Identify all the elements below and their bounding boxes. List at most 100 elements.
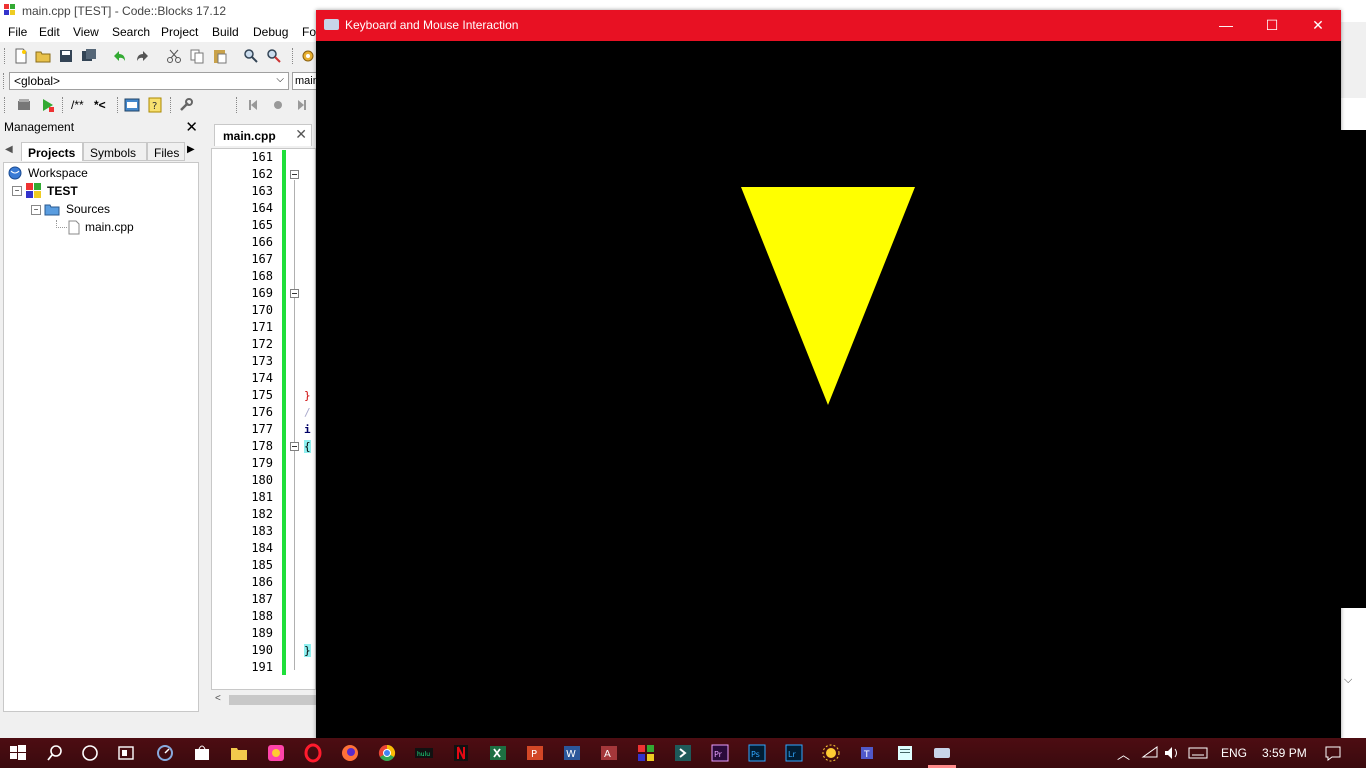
svg-text:T: T bbox=[863, 750, 870, 760]
run-doxywizard-icon[interactable] bbox=[40, 97, 56, 113]
volume-icon[interactable] bbox=[1162, 743, 1182, 763]
gl-app-taskbar-icon[interactable] bbox=[932, 743, 952, 763]
cortana-icon[interactable] bbox=[80, 743, 100, 763]
tab-symbols[interactable]: Symbols bbox=[83, 142, 147, 161]
replace-icon[interactable] bbox=[266, 48, 282, 64]
speedometer-app-icon[interactable] bbox=[155, 743, 175, 763]
netflix-icon[interactable] bbox=[451, 743, 471, 763]
editor-tab-main-cpp[interactable]: main.cpp ✕ bbox=[214, 124, 312, 146]
fold-toggle[interactable] bbox=[290, 289, 299, 298]
tree-workspace[interactable]: Workspace bbox=[28, 166, 88, 180]
tree-folder-sources[interactable]: Sources bbox=[66, 202, 110, 216]
undo-icon[interactable] bbox=[111, 48, 127, 64]
doxyblocks-icon[interactable] bbox=[16, 97, 32, 113]
menu-format[interactable]: Fo bbox=[302, 25, 316, 39]
wifi-icon[interactable] bbox=[1140, 743, 1160, 763]
teams-icon[interactable]: T bbox=[858, 743, 878, 763]
notification-icon[interactable] bbox=[1323, 743, 1343, 763]
save-icon[interactable] bbox=[58, 48, 74, 64]
access-icon[interactable]: A bbox=[599, 743, 619, 763]
scope-select[interactable]: <global> ⌵ bbox=[9, 72, 289, 90]
clock[interactable]: 3:59 PM bbox=[1262, 746, 1307, 760]
store-icon[interactable] bbox=[192, 743, 212, 763]
minimize-button[interactable]: — bbox=[1203, 10, 1249, 41]
dev-tool-icon[interactable] bbox=[673, 743, 693, 763]
jump-back-icon[interactable] bbox=[247, 97, 263, 113]
fold-toggle[interactable] bbox=[290, 170, 299, 179]
windows-start-icon[interactable] bbox=[8, 743, 28, 763]
help-icon[interactable]: ? bbox=[147, 97, 163, 113]
paste-icon[interactable] bbox=[212, 48, 228, 64]
toolbar-grip[interactable] bbox=[292, 48, 296, 64]
codeblocks-icon[interactable] bbox=[636, 743, 656, 763]
toolbar-grip[interactable] bbox=[170, 97, 174, 113]
cut-icon[interactable] bbox=[166, 48, 182, 64]
tab-projects[interactable]: Projects bbox=[21, 142, 83, 161]
gl-window-title-bar[interactable]: Keyboard and Mouse Interaction — ☐ ✕ bbox=[316, 10, 1341, 41]
menu-view[interactable]: View bbox=[73, 25, 99, 39]
close-icon[interactable]: ✕ bbox=[295, 126, 307, 143]
menu-edit[interactable]: Edit bbox=[39, 25, 60, 39]
close-button[interactable]: ✕ bbox=[1295, 10, 1341, 41]
search-icon[interactable] bbox=[45, 743, 65, 763]
open-folder-icon[interactable] bbox=[35, 48, 51, 64]
html-extract-icon[interactable] bbox=[124, 97, 140, 113]
tray-expand-icon[interactable]: ︿ bbox=[1117, 744, 1130, 763]
menu-build[interactable]: Build bbox=[212, 25, 239, 39]
tree-collapse-toggle[interactable]: − bbox=[12, 186, 22, 196]
lightroom-icon[interactable]: Lr bbox=[784, 743, 804, 763]
redo-icon[interactable] bbox=[135, 48, 151, 64]
toolbar-grip[interactable] bbox=[117, 97, 121, 113]
excel-icon[interactable] bbox=[488, 743, 508, 763]
premiere-icon[interactable]: Pr bbox=[710, 743, 730, 763]
wrench-icon[interactable] bbox=[178, 97, 194, 113]
jump-forward-icon[interactable] bbox=[292, 97, 308, 113]
toolbar-grip[interactable] bbox=[4, 97, 8, 113]
gl-canvas[interactable] bbox=[316, 41, 1341, 740]
file-explorer-icon[interactable] bbox=[229, 743, 249, 763]
block-comment-button[interactable]: /** bbox=[71, 98, 84, 112]
toolbar-grip[interactable] bbox=[3, 73, 7, 89]
keyboard-icon[interactable] bbox=[1188, 743, 1208, 763]
bookmark-dot-icon[interactable] bbox=[270, 97, 286, 113]
tree-collapse-toggle[interactable]: − bbox=[31, 205, 41, 215]
new-file-icon[interactable] bbox=[13, 48, 29, 64]
copy-icon[interactable] bbox=[189, 48, 205, 64]
paint-app-icon[interactable] bbox=[266, 743, 286, 763]
close-icon[interactable]: ✕ bbox=[185, 118, 198, 136]
notepad-icon[interactable] bbox=[895, 743, 915, 763]
menu-debug[interactable]: Debug bbox=[253, 25, 288, 39]
toolbar-grip[interactable] bbox=[62, 97, 66, 113]
powerpoint-icon[interactable]: P bbox=[525, 743, 545, 763]
find-icon[interactable] bbox=[243, 48, 259, 64]
tab-files[interactable]: Files bbox=[147, 142, 185, 161]
sun-app-icon[interactable] bbox=[821, 743, 841, 763]
save-all-icon[interactable] bbox=[81, 48, 97, 64]
firefox-icon[interactable] bbox=[340, 743, 360, 763]
scroll-left-icon[interactable]: < bbox=[215, 693, 221, 704]
settings-gear-icon[interactable] bbox=[300, 48, 316, 64]
word-icon[interactable]: W bbox=[562, 743, 582, 763]
tab-scroll-right-icon[interactable]: ▶ bbox=[187, 144, 195, 155]
editor-horizontal-scrollbar[interactable]: < bbox=[211, 692, 316, 708]
tab-scroll-left-icon[interactable]: ◀ bbox=[5, 144, 13, 155]
toolbar-grip[interactable] bbox=[236, 97, 240, 113]
hulu-icon[interactable]: hulu bbox=[414, 743, 434, 763]
fold-toggle[interactable] bbox=[290, 442, 299, 451]
gl-window[interactable]: Keyboard and Mouse Interaction — ☐ ✕ bbox=[316, 10, 1341, 740]
scroll-thumb[interactable] bbox=[229, 695, 316, 705]
opera-icon[interactable] bbox=[303, 743, 323, 763]
photoshop-icon[interactable]: Ps bbox=[747, 743, 767, 763]
toolbar-grip[interactable] bbox=[4, 48, 8, 64]
menu-search[interactable]: Search bbox=[112, 25, 150, 39]
tree-project[interactable]: TEST bbox=[47, 184, 78, 198]
tree-file-main-cpp[interactable]: main.cpp bbox=[85, 220, 134, 234]
task-view-icon[interactable] bbox=[116, 743, 136, 763]
scroll-down-icon[interactable]: ⌵ bbox=[1344, 674, 1352, 687]
menu-file[interactable]: File bbox=[8, 25, 27, 39]
language-indicator[interactable]: ENG bbox=[1221, 746, 1247, 760]
menu-project[interactable]: Project bbox=[161, 25, 198, 39]
maximize-button[interactable]: ☐ bbox=[1249, 10, 1295, 41]
line-comment-button[interactable]: *< bbox=[94, 98, 106, 112]
chrome-icon[interactable] bbox=[377, 743, 397, 763]
